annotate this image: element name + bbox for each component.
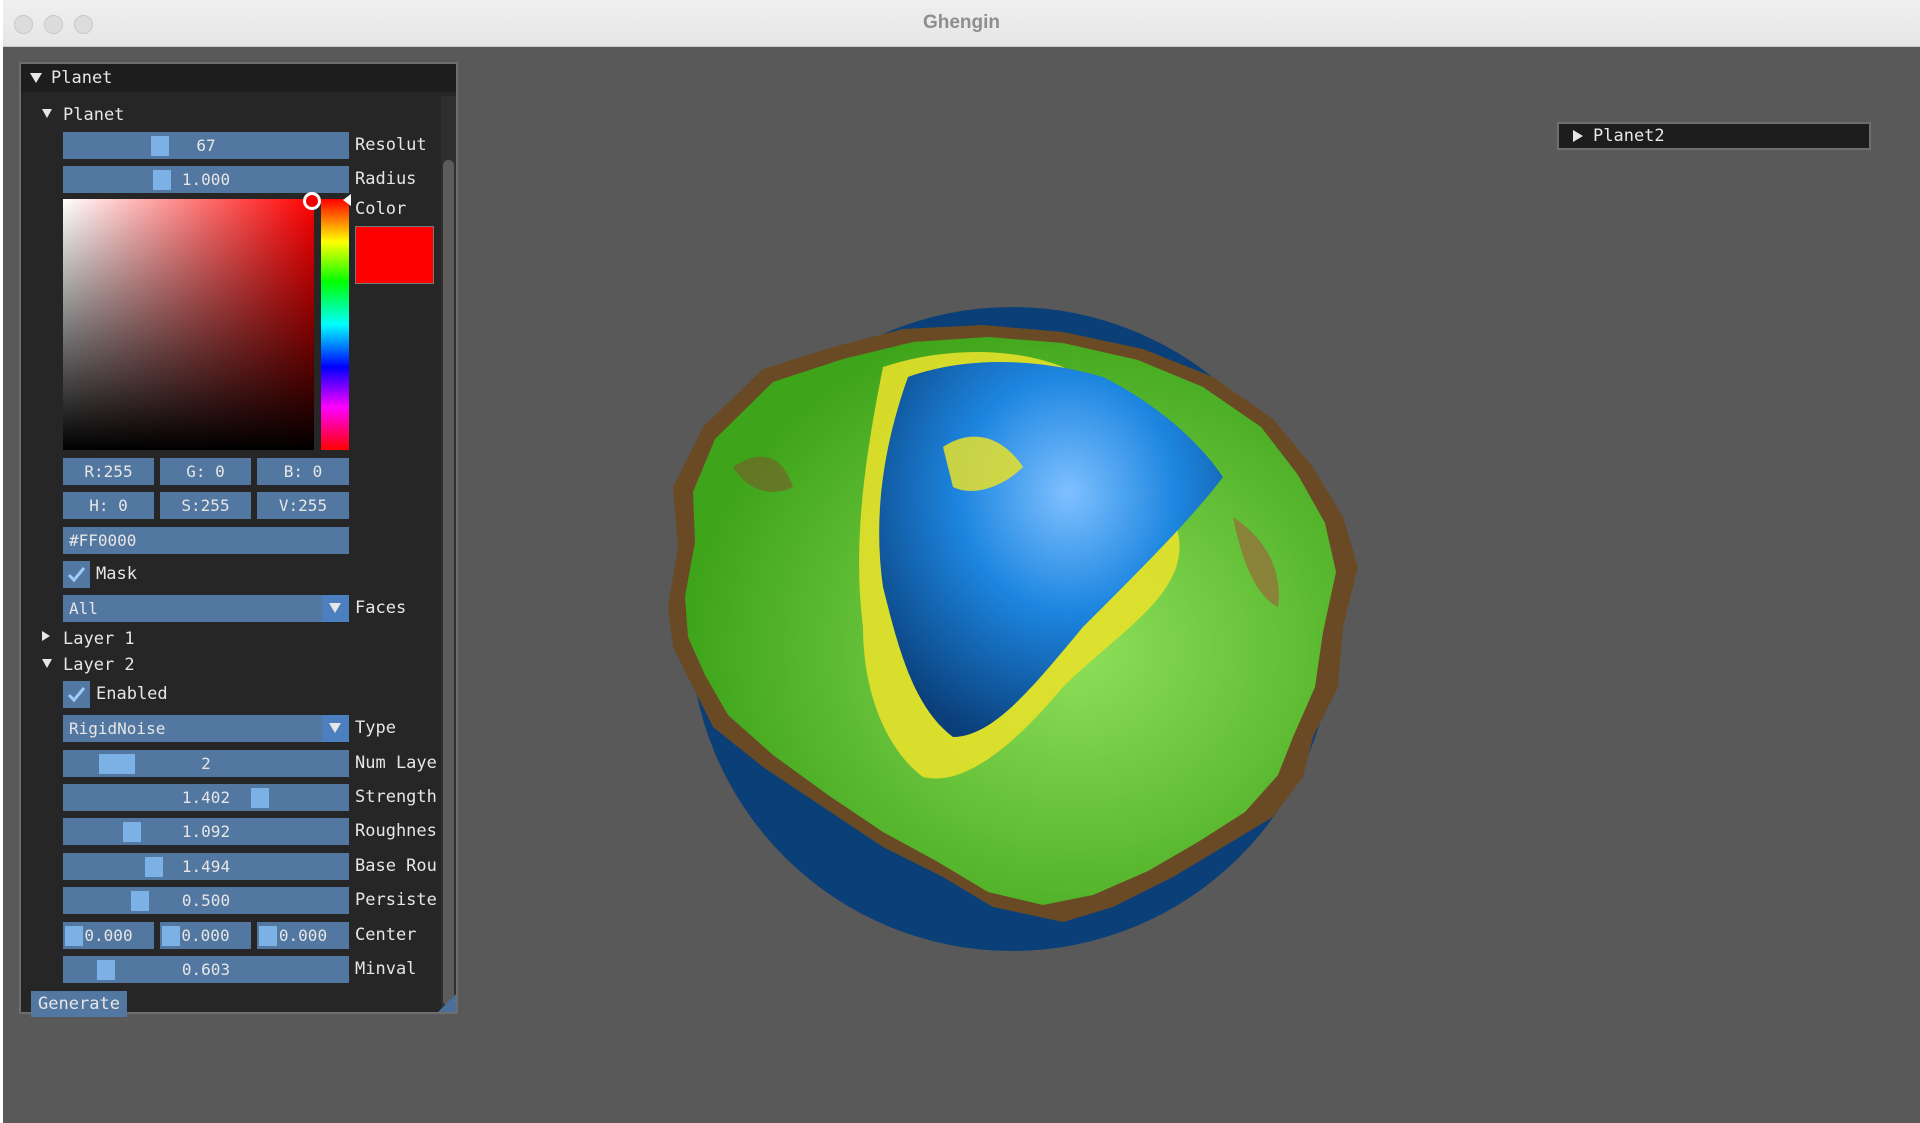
saturation-field[interactable]: S:255 xyxy=(160,492,251,519)
tree-arrow-icon[interactable] xyxy=(42,109,52,118)
green-field[interactable]: G: 0 xyxy=(160,458,251,485)
slider-grab[interactable] xyxy=(162,926,180,946)
center-x-field[interactable]: 0.000 xyxy=(63,922,154,949)
hue-field[interactable]: H: 0 xyxy=(63,492,154,519)
tree-arrow-icon[interactable] xyxy=(42,631,50,641)
value-field[interactable]: V:255 xyxy=(257,492,349,519)
radius-value: 1.000 xyxy=(181,170,231,189)
collapse-arrow-icon xyxy=(30,73,42,83)
faces-value: All xyxy=(69,599,98,618)
faces-combo[interactable]: All xyxy=(63,595,349,622)
checkmark-icon xyxy=(67,567,86,583)
roughness-slider[interactable]: 1.092 xyxy=(63,818,349,845)
checkmark-icon xyxy=(67,687,86,703)
persistence-slider[interactable]: 0.500 xyxy=(63,887,349,914)
chevron-down-icon[interactable] xyxy=(322,715,349,742)
tree-arrow-icon[interactable] xyxy=(42,659,52,668)
slider-grab[interactable] xyxy=(259,926,277,946)
resolution-slider[interactable]: 67 xyxy=(63,132,349,159)
center-y-value: 0.000 xyxy=(181,926,230,945)
hue-marker-icon xyxy=(343,194,351,206)
chevron-down-icon[interactable] xyxy=(322,595,349,622)
minval-slider[interactable]: 0.603 xyxy=(63,956,349,983)
roughness-label: Roughnes xyxy=(355,821,437,841)
resize-grip-icon[interactable] xyxy=(438,994,456,1012)
collapse-arrow-icon xyxy=(1573,130,1583,142)
generate-button[interactable]: Generate xyxy=(31,991,127,1017)
type-label: Type xyxy=(355,718,396,738)
resolution-value: 67 xyxy=(196,136,216,155)
slider-grab[interactable] xyxy=(97,960,115,980)
enabled-checkbox[interactable] xyxy=(63,681,90,708)
slider-grab[interactable] xyxy=(153,170,171,190)
base-roughness-slider[interactable]: 1.494 xyxy=(63,853,349,880)
strength-value: 1.402 xyxy=(181,788,231,807)
tree-node-planet[interactable]: Planet xyxy=(63,104,124,126)
radius-slider[interactable]: 1.000 xyxy=(63,166,349,193)
tree-node-layer-2[interactable]: Layer 2 xyxy=(63,654,135,676)
scrollbar-thumb[interactable] xyxy=(443,160,454,1006)
enabled-label: Enabled xyxy=(96,684,168,704)
window-title: Ghengin xyxy=(922,12,1001,33)
strength-label: Strength xyxy=(355,787,437,807)
base-roughness-value: 1.494 xyxy=(181,857,231,876)
radius-label: Radius xyxy=(355,169,417,189)
num-layers-slider[interactable]: 2 xyxy=(63,750,349,777)
planet-panel: Planet Planet 67 Resolut 1.000 Radius Co… xyxy=(19,62,458,1017)
title-bar: Ghengin xyxy=(3,0,1920,47)
panel-scrollbar[interactable] xyxy=(441,96,456,1012)
minval-label: Minval xyxy=(355,959,417,979)
persistence-value: 0.500 xyxy=(181,891,231,910)
slider-grab[interactable] xyxy=(131,891,149,911)
center-z-field[interactable]: 0.000 xyxy=(257,922,349,949)
persistence-label: Persiste xyxy=(355,890,437,910)
strength-slider[interactable]: 1.402 xyxy=(63,784,349,811)
center-x-value: 0.000 xyxy=(84,926,133,945)
resolution-label: Resolut xyxy=(355,135,427,155)
slider-grab[interactable] xyxy=(99,754,135,774)
planet2-title: Planet2 xyxy=(1593,126,1665,146)
num-layers-value: 2 xyxy=(201,754,211,773)
mask-label: Mask xyxy=(96,564,137,584)
faces-label: Faces xyxy=(355,598,407,618)
red-field[interactable]: R:255 xyxy=(63,458,154,485)
saturation-value-square[interactable] xyxy=(63,199,314,450)
mask-checkbox[interactable] xyxy=(63,561,90,588)
center-label: Center xyxy=(355,925,417,945)
slider-grab[interactable] xyxy=(123,822,141,842)
slider-grab[interactable] xyxy=(151,136,169,156)
color-swatch[interactable] xyxy=(355,226,434,284)
color-picker-cursor[interactable] xyxy=(303,192,321,210)
slider-grab[interactable] xyxy=(145,857,163,877)
panel-header[interactable]: Planet xyxy=(21,64,456,92)
roughness-value: 1.092 xyxy=(181,822,231,841)
slider-grab[interactable] xyxy=(251,788,269,808)
center-y-field[interactable]: 0.000 xyxy=(160,922,251,949)
minval-value: 0.603 xyxy=(181,960,231,979)
center-z-value: 0.000 xyxy=(278,926,328,945)
type-value: RigidNoise xyxy=(69,719,166,738)
color-label: Color xyxy=(355,199,407,219)
slider-grab[interactable] xyxy=(65,926,83,946)
tree-node-layer-1[interactable]: Layer 1 xyxy=(63,628,135,650)
panel-title: Planet xyxy=(51,68,113,88)
hex-field[interactable]: #FF0000 xyxy=(63,527,349,554)
type-combo[interactable]: RigidNoise xyxy=(63,715,349,742)
blue-field[interactable]: B: 0 xyxy=(257,458,349,485)
base-roughness-label: Base Rou xyxy=(355,856,437,876)
planet2-window-header[interactable]: Planet2 xyxy=(1557,122,1871,150)
hue-bar[interactable] xyxy=(321,199,349,450)
num-layers-label: Num Laye xyxy=(355,753,437,773)
